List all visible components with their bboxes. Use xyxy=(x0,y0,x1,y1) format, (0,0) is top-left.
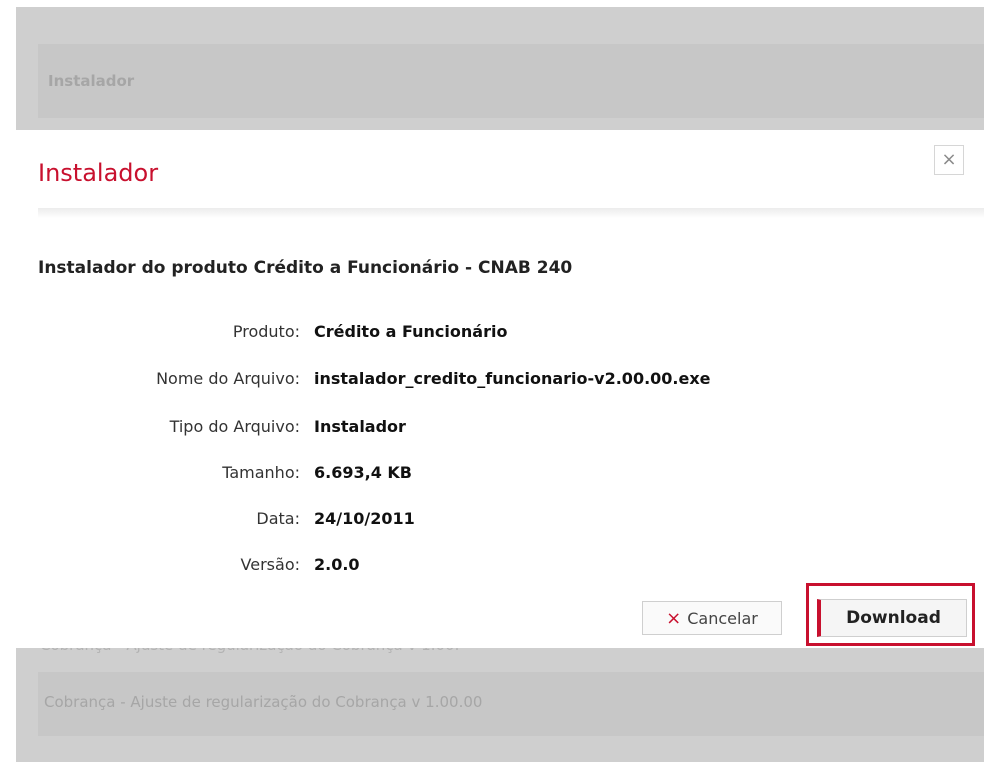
field-value-produto: Crédito a Funcionário xyxy=(314,322,508,341)
field-label-nome-arquivo: Nome do Arquivo: xyxy=(156,369,300,388)
field-label-versao: Versão: xyxy=(240,555,300,574)
cancel-button[interactable]: × Cancelar xyxy=(642,601,782,635)
field-value-data: 24/10/2011 xyxy=(314,509,415,528)
cancel-button-label: Cancelar xyxy=(687,608,758,628)
field-value-tamanho: 6.693,4 KB xyxy=(314,463,412,482)
download-button[interactable]: Download xyxy=(817,599,967,637)
download-button-label: Download xyxy=(846,608,941,628)
field-value-nome-arquivo: instalador_credito_funcionario-v2.00.00.… xyxy=(314,369,711,388)
field-value-tipo-arquivo: Instalador xyxy=(314,417,406,436)
field-label-data: Data: xyxy=(256,509,300,528)
field-label-tipo-arquivo: Tipo do Arquivo: xyxy=(169,417,300,436)
header-divider xyxy=(38,208,984,218)
field-label-produto: Produto: xyxy=(232,322,300,341)
cancel-icon: × xyxy=(666,607,682,629)
close-button[interactable]: × xyxy=(934,145,964,175)
field-value-versao: 2.0.0 xyxy=(314,555,360,574)
background-panel-header xyxy=(38,44,984,118)
modal-title: Instalador xyxy=(38,159,159,187)
background-panel-title: Instalador xyxy=(48,72,135,90)
field-label-tamanho: Tamanho: xyxy=(222,463,300,482)
close-icon: × xyxy=(941,149,957,170)
background-list-row-text: Cobrança - Ajuste de regularização do Co… xyxy=(44,693,483,711)
modal-subtitle: Instalador do produto Crédito a Funcioná… xyxy=(38,258,573,278)
